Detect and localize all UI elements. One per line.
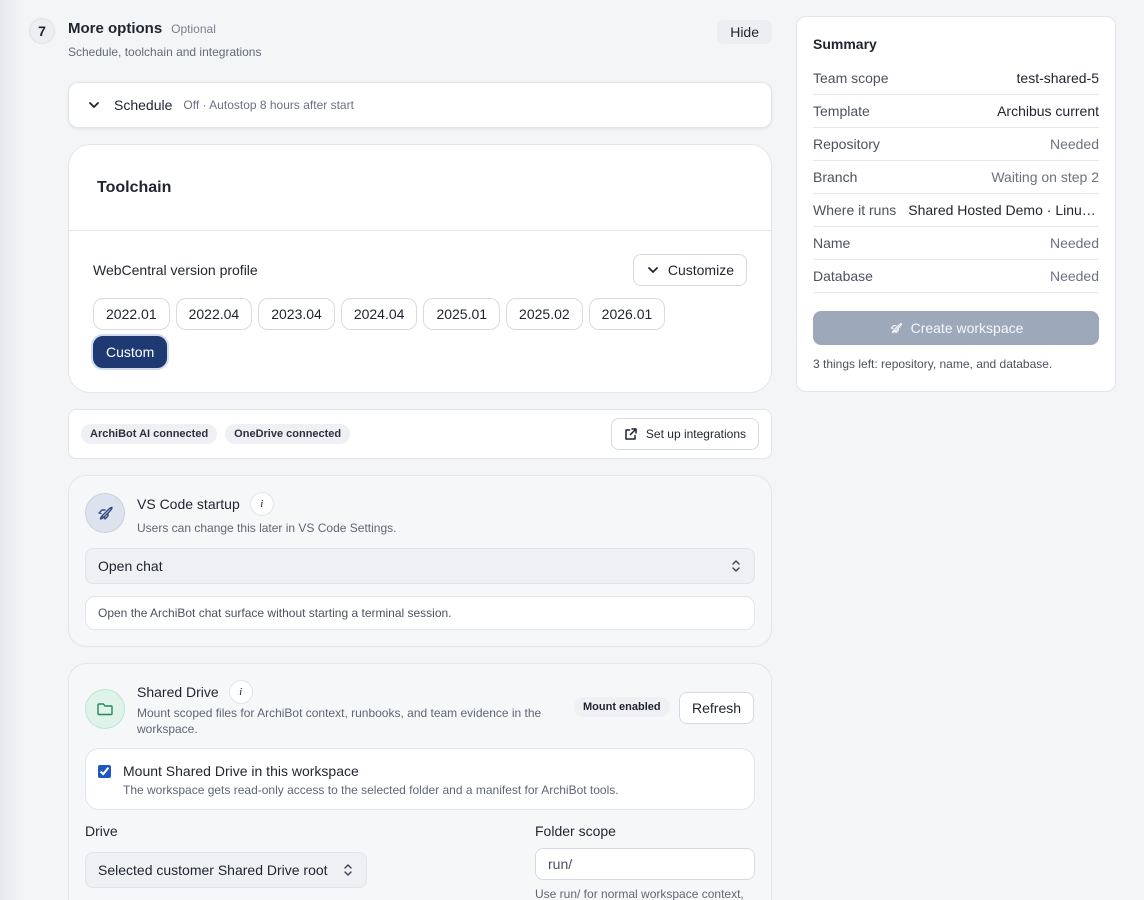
startup-mode-select[interactable]: Open chat	[85, 548, 755, 584]
section-title: More options	[68, 20, 163, 37]
version-options: 2022.01 2022.04 2023.04 2024.04 2025.01 …	[93, 298, 713, 368]
shared-drive-subtitle: Mount scoped files for ArchiBot context,…	[137, 706, 542, 736]
schedule-row[interactable]: Schedule Off · Autostop 8 hours after st…	[68, 82, 772, 128]
summary-key: Branch	[813, 169, 858, 185]
summary-value: Waiting on step 2	[991, 169, 1099, 185]
schedule-label: Schedule	[114, 97, 173, 113]
hide-button[interactable]: Hide	[717, 20, 772, 44]
info-icon[interactable]: i	[228, 680, 253, 704]
summary-row: Template Archibus current	[813, 95, 1099, 128]
summary-value: Needed	[1049, 136, 1099, 152]
customize-button[interactable]: Customize	[632, 254, 747, 286]
toolchain-card: Toolchain WebCentral version profile Cus…	[68, 144, 772, 393]
step-number-badge: 7	[29, 18, 55, 44]
folder-scope-hint: Use run/ for normal workspace context,	[535, 887, 744, 900]
summary-title: Summary	[813, 36, 877, 52]
summary-value: test-shared-5	[1016, 70, 1099, 86]
vscode-startup-subtitle: Users can change this later in VS Code S…	[137, 521, 397, 535]
external-link-icon	[625, 428, 637, 440]
summary-key: Team scope	[813, 70, 889, 86]
startup-mode-description: Open the ArchiBot chat surface without s…	[85, 596, 755, 630]
rocket-icon	[85, 493, 125, 533]
drive-select[interactable]: Selected customer Shared Drive root	[85, 852, 367, 888]
toolchain-title: Toolchain	[97, 178, 172, 196]
summary-row: Database Needed	[813, 260, 1099, 293]
summary-key: Template	[813, 103, 870, 119]
summary-row: Where it runs Shared Hosted Demo · Linux…	[813, 194, 1099, 227]
summary-value: Needed	[1049, 268, 1099, 284]
mount-option-subtitle: The workspace gets read-only access to t…	[123, 783, 619, 797]
mount-option: Mount Shared Drive in this workspace The…	[85, 748, 755, 810]
create-workspace-button[interactable]: Create workspace	[813, 311, 1099, 345]
version-profile-label: WebCentral version profile	[93, 262, 258, 278]
vscode-startup-title: VS Code startup	[137, 496, 240, 512]
summary-key: Repository	[813, 136, 880, 152]
section-header: More options Optional Schedule, toolchai…	[68, 20, 772, 59]
create-workspace-label: Create workspace	[910, 320, 1024, 336]
schedule-meta: Off · Autostop 8 hours after start	[183, 98, 354, 112]
integrations-bar: ArchiBot AI connected OneDrive connected…	[68, 409, 772, 459]
version-option[interactable]: 2024.04	[340, 298, 418, 330]
summary-key: Database	[813, 268, 873, 284]
folder-scope-label: Folder scope	[535, 823, 616, 839]
drive-select-value: Selected customer Shared Drive root	[98, 862, 328, 878]
left-edge-shade	[0, 0, 24, 900]
folder-icon	[85, 689, 125, 729]
summary-panel: Summary Team scope test-shared-5 Templat…	[796, 16, 1116, 392]
version-option[interactable]: 2025.01	[423, 298, 501, 330]
shared-drive-card: Shared Drive i Mount scoped files for Ar…	[68, 663, 772, 900]
optional-tag: Optional	[171, 22, 216, 36]
section-subtitle: Schedule, toolchain and integrations	[68, 45, 262, 59]
mount-option-title: Mount Shared Drive in this workspace	[123, 763, 359, 779]
summary-value: Needed	[1049, 235, 1099, 251]
summary-key: Where it runs	[813, 202, 897, 218]
status-badge: ArchiBot AI connected	[81, 424, 218, 444]
summary-value: Archibus current	[997, 103, 1099, 119]
summary-row: Team scope test-shared-5	[813, 62, 1099, 95]
version-option[interactable]: 2022.04	[175, 298, 253, 330]
shared-drive-title: Shared Drive	[137, 684, 219, 700]
summary-row: Repository Needed	[813, 128, 1099, 161]
version-option-selected[interactable]: Custom	[93, 336, 168, 368]
chevron-down-icon	[89, 102, 99, 108]
chevron-up-down-icon	[732, 560, 740, 572]
summary-row: Name Needed	[813, 227, 1099, 260]
refresh-button[interactable]: Refresh	[679, 692, 755, 724]
summary-value: Shared Hosted Demo · Linux Hosted	[908, 202, 1099, 218]
summary-row: Branch Waiting on step 2	[813, 161, 1099, 194]
version-option[interactable]: 2023.04	[258, 298, 335, 330]
info-icon[interactable]: i	[249, 492, 274, 516]
set-up-integrations-button[interactable]: Set up integrations	[610, 418, 759, 450]
startup-mode-value: Open chat	[98, 558, 163, 574]
rocket-icon	[890, 323, 902, 334]
status-badge: Mount enabled	[574, 697, 670, 717]
vscode-startup-title-row: VS Code startup i	[137, 492, 274, 516]
vscode-startup-card: VS Code startup i Users can change this …	[68, 475, 772, 647]
customize-label: Customize	[667, 262, 734, 278]
mount-checkbox[interactable]	[98, 765, 111, 778]
folder-scope-input[interactable]: run/	[535, 848, 755, 880]
version-option[interactable]: 2025.02	[506, 298, 583, 330]
chevron-up-down-icon	[344, 864, 352, 876]
version-option[interactable]: 2026.01	[588, 298, 666, 330]
chevron-down-icon	[647, 267, 658, 273]
status-badge: OneDrive connected	[225, 424, 351, 444]
summary-key: Name	[813, 235, 851, 251]
remaining-items-note: 3 things left: repository, name, and dat…	[813, 357, 1053, 371]
version-option[interactable]: 2022.01	[93, 298, 170, 330]
set-up-integrations-label: Set up integrations	[645, 427, 746, 441]
drive-label: Drive	[85, 823, 118, 839]
shared-drive-title-row: Shared Drive i	[137, 680, 253, 704]
